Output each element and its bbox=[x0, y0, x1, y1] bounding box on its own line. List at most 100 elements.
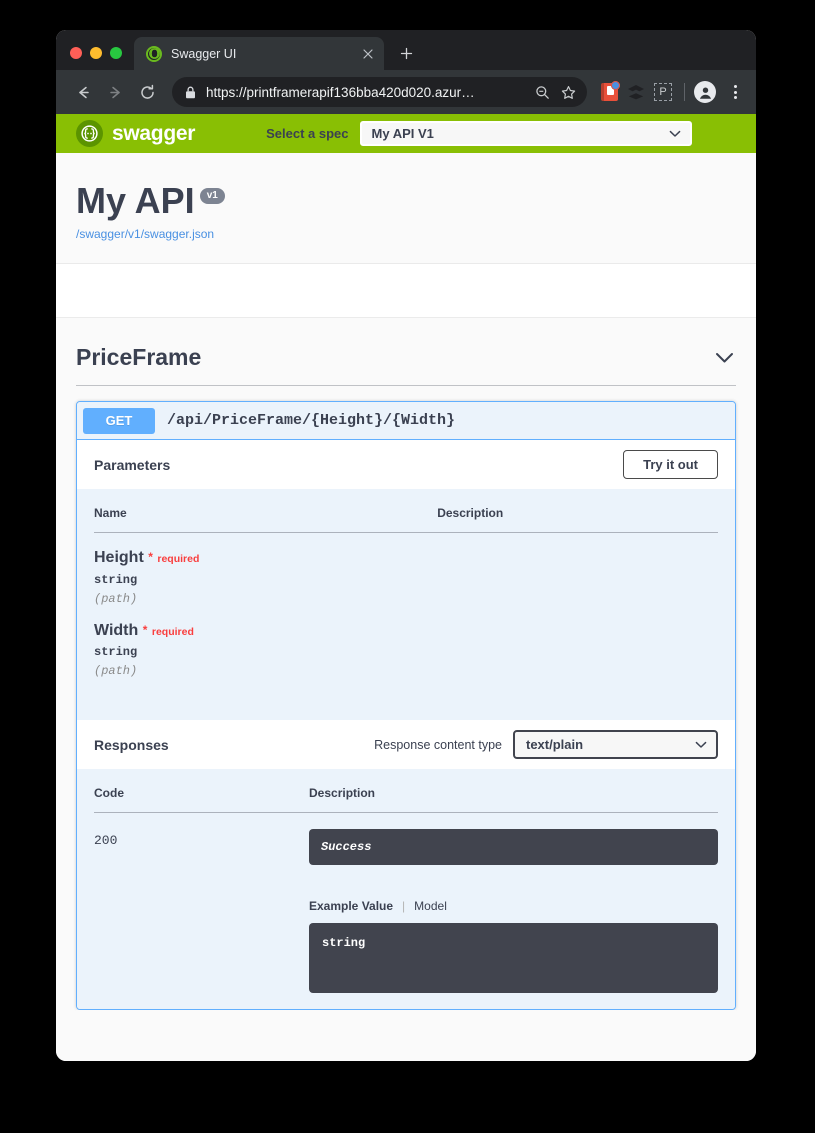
parameters-table-wrap: Name Description Height * required strin… bbox=[77, 489, 735, 720]
response-content-type-select[interactable]: text/plain bbox=[513, 730, 718, 760]
address-bar[interactable]: https://printframerapif136bba420d020.azu… bbox=[172, 77, 587, 107]
extension-icons: P bbox=[589, 80, 675, 104]
required-star-icon: * bbox=[148, 550, 153, 564]
page-viewport: swagger Select a spec My API V1 My API v… bbox=[56, 114, 756, 1061]
tab-title: Swagger UI bbox=[171, 46, 237, 61]
chevron-down-icon bbox=[695, 736, 707, 754]
chevron-down-icon bbox=[669, 125, 681, 143]
minimize-window-button[interactable] bbox=[90, 47, 102, 59]
lock-icon bbox=[185, 86, 196, 99]
tag-name: PriceFrame bbox=[76, 344, 202, 370]
swagger-favicon-icon bbox=[146, 45, 162, 62]
layers-extension-icon[interactable] bbox=[624, 80, 648, 104]
tag-header[interactable]: PriceFrame bbox=[76, 334, 736, 386]
parameter-name-width: Width * required bbox=[94, 622, 437, 640]
parameter-description-cell bbox=[437, 533, 718, 606]
column-header-description: Description bbox=[309, 786, 718, 814]
operation-summary[interactable]: GET /api/PriceFrame/{Height}/{Width} bbox=[77, 402, 735, 440]
example-value-box: string bbox=[309, 923, 718, 994]
browser-toolbar: https://printframerapif136bba420d020.azu… bbox=[56, 70, 756, 114]
response-code: 200 bbox=[94, 833, 118, 849]
tab-close-icon[interactable] bbox=[360, 46, 376, 62]
account-avatar-icon[interactable] bbox=[694, 81, 716, 103]
three-dots-menu-icon[interactable] bbox=[724, 85, 746, 99]
operation-block-get-priceframe: GET /api/PriceFrame/{Height}/{Width} Par… bbox=[76, 401, 736, 1011]
swagger-logo-link[interactable]: swagger bbox=[76, 120, 195, 147]
maximize-window-button[interactable] bbox=[110, 47, 122, 59]
tab-model[interactable]: Model bbox=[414, 899, 447, 913]
parameter-description-cell bbox=[437, 606, 718, 679]
back-button[interactable] bbox=[68, 77, 98, 107]
response-description-box: Success bbox=[309, 829, 718, 866]
responses-header: Responses Response content type text/pla… bbox=[77, 720, 735, 770]
api-version-badge: v1 bbox=[199, 188, 225, 204]
responses-table-header-row: Code Description bbox=[94, 786, 718, 814]
api-title-text: My API bbox=[76, 180, 195, 221]
column-header-description: Description bbox=[437, 506, 718, 533]
select-spec-label: Select a spec bbox=[266, 126, 349, 141]
page-bottom-pad bbox=[76, 1010, 736, 1039]
api-info-block: My API v1 /swagger/v1/swagger.json bbox=[56, 153, 756, 264]
parameters-spacer bbox=[94, 678, 718, 720]
close-window-button[interactable] bbox=[70, 47, 82, 59]
responses-title: Responses bbox=[94, 736, 169, 753]
column-header-name: Name bbox=[94, 506, 438, 533]
zoom-out-icon[interactable] bbox=[529, 79, 555, 105]
page-title: My API v1 bbox=[76, 183, 736, 219]
parameter-type: string bbox=[94, 572, 138, 587]
parameter-type: string bbox=[94, 645, 138, 660]
browser-window: Swagger UI https://printframerapif136bba… bbox=[56, 30, 756, 1061]
response-content-type-label: Response content type bbox=[374, 737, 502, 752]
spec-select-dropdown[interactable]: My API V1 bbox=[359, 121, 692, 146]
chevron-down-icon[interactable] bbox=[715, 352, 736, 364]
responses-bottom-pad bbox=[94, 993, 718, 1009]
required-label: required bbox=[151, 625, 194, 638]
http-method-badge: GET bbox=[83, 407, 155, 434]
browser-tab-strip: Swagger UI bbox=[56, 30, 756, 70]
parameters-header: Parameters Try it out bbox=[77, 440, 735, 489]
parameter-name-cell: Width * required string (path) bbox=[94, 606, 437, 679]
reload-button[interactable] bbox=[132, 77, 162, 107]
column-header-code: Code bbox=[94, 786, 309, 814]
tab-divider: | bbox=[402, 899, 406, 914]
browser-tab[interactable]: Swagger UI bbox=[134, 37, 384, 70]
toolbar-divider bbox=[684, 83, 685, 101]
try-it-out-button[interactable]: Try it out bbox=[623, 450, 718, 479]
responses-table-wrap: Code Description 200 Success Example Val… bbox=[77, 769, 735, 1009]
response-content-type-value: text/plain bbox=[526, 737, 584, 753]
example-model-tabs: Example Value | Model bbox=[309, 899, 718, 913]
parameter-name-cell: Height * required string (path) bbox=[94, 533, 437, 606]
swagger-logo-text: swagger bbox=[112, 121, 196, 145]
forward-button[interactable] bbox=[100, 77, 130, 107]
tab-example-value[interactable]: Example Value bbox=[309, 899, 393, 913]
parameter-location: (path) bbox=[94, 664, 138, 679]
bookmark-manager-extension-icon[interactable] bbox=[597, 80, 621, 104]
required-star-icon: * bbox=[142, 622, 148, 637]
response-description-cell: Success Example Value | Model string bbox=[309, 813, 718, 994]
spec-selector: Select a spec My API V1 bbox=[266, 121, 736, 146]
table-row: 200 Success Example Value | Model string bbox=[94, 813, 718, 994]
response-content-type-wrap: Response content type text/plain bbox=[374, 730, 718, 760]
pocket-extension-icon[interactable]: P bbox=[651, 80, 675, 104]
swagger-json-link[interactable]: /swagger/v1/swagger.json bbox=[76, 227, 736, 241]
operation-path: /api/PriceFrame/{Height}/{Width} bbox=[167, 412, 456, 429]
required-label: required bbox=[157, 553, 200, 565]
tag-section-priceframe: PriceFrame GET /api/PriceFrame/{Height}/… bbox=[56, 318, 756, 1039]
parameter-location: (path) bbox=[94, 591, 138, 606]
table-row: Width * required string (path) bbox=[94, 606, 718, 679]
window-traffic-lights bbox=[56, 47, 134, 70]
table-row: Height * required string (path) bbox=[94, 533, 718, 606]
pocket-extension-glyph: P bbox=[654, 83, 672, 101]
url-text: https://printframerapif136bba420d020.azu… bbox=[206, 84, 475, 100]
parameters-table-header-row: Name Description bbox=[94, 506, 718, 533]
parameter-name-text: Height bbox=[94, 549, 144, 566]
parameters-table: Name Description Height * required strin… bbox=[94, 506, 718, 678]
swagger-logo-icon bbox=[76, 120, 103, 147]
new-tab-button[interactable] bbox=[392, 39, 420, 67]
spec-select-value: My API V1 bbox=[371, 126, 434, 141]
star-icon[interactable] bbox=[555, 79, 581, 105]
schemes-band bbox=[56, 264, 756, 318]
parameter-name-text: Width bbox=[94, 621, 139, 639]
parameter-name-height: Height * required bbox=[94, 549, 437, 567]
responses-table: Code Description 200 Success Example Val… bbox=[94, 786, 718, 994]
